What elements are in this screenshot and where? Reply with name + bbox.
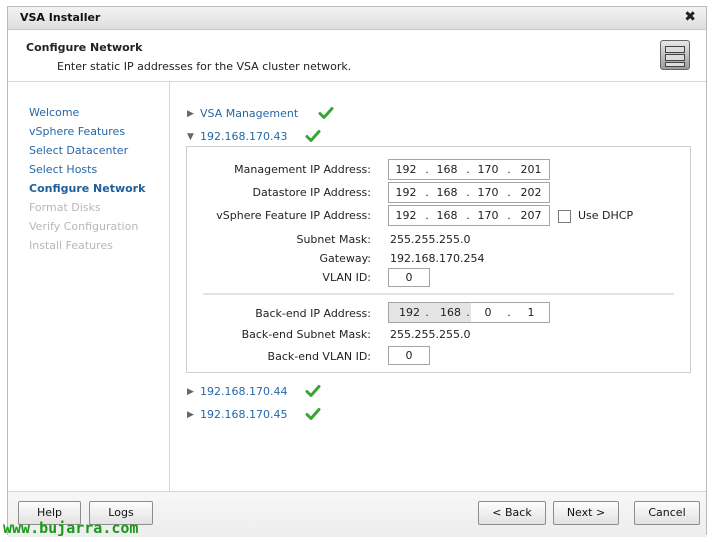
next-button[interactable]: Next > <box>553 501 619 525</box>
checkmark-icon <box>305 128 321 144</box>
collapse-arrow-icon[interactable]: ▼ <box>187 132 194 142</box>
backend-vlan-input[interactable]: 0 <box>388 346 430 365</box>
backend-subnet-value: 255.255.255.0 <box>390 328 471 341</box>
backend-ip-label: Back-end IP Address: <box>255 307 371 320</box>
vlan-id-input[interactable]: 0 <box>388 268 430 287</box>
ip-dot: . <box>425 306 429 319</box>
ip-octet-3[interactable]: 170 <box>473 209 503 222</box>
section-divider <box>203 293 674 295</box>
datastore-ip-label: Datastore IP Address: <box>252 186 371 199</box>
ip-octet-4[interactable]: 207 <box>516 209 546 222</box>
gateway-value: 192.168.170.254 <box>390 252 485 265</box>
ip-octet-4[interactable]: 201 <box>516 163 546 176</box>
use-dhcp-checkbox[interactable] <box>558 210 571 223</box>
nav-step-verify-configuration: Verify Configuration <box>29 220 139 233</box>
ip-dot: . <box>466 186 470 199</box>
network-config-content: ▶ VSA Management ▼ 192.168.170.43 Manage… <box>170 82 707 491</box>
close-icon[interactable]: ✖ <box>684 9 696 25</box>
subnet-mask-label: Subnet Mask: <box>296 233 371 246</box>
ip-dot: . <box>425 163 429 176</box>
datastore-ip-field[interactable]: 192 . 168 . 170 . 202 <box>388 182 550 203</box>
ip-octet-2[interactable]: 168 <box>432 186 462 199</box>
vsphere-feature-ip-field[interactable]: 192 . 168 . 170 . 207 <box>388 205 550 226</box>
use-dhcp-label: Use DHCP <box>578 209 634 222</box>
ip-dot: . <box>425 186 429 199</box>
nav-step-install-features: Install Features <box>29 239 113 252</box>
window-title: VSA Installer <box>20 11 101 24</box>
page-title: Configure Network <box>26 41 143 54</box>
expand-arrow-icon[interactable]: ▶ <box>187 387 194 397</box>
ip-octet-2[interactable]: 168 <box>432 209 462 222</box>
checkmark-icon <box>318 105 334 121</box>
wizard-header: Configure Network Enter static IP addres… <box>8 30 706 82</box>
ip-octet-3[interactable]: 170 <box>473 163 503 176</box>
tree-label-host-45[interactable]: 192.168.170.45 <box>200 408 287 421</box>
ip-octet-1[interactable]: 192 <box>391 186 421 199</box>
nav-step-vsphere-features[interactable]: vSphere Features <box>29 125 125 138</box>
nav-step-welcome[interactable]: Welcome <box>29 106 79 119</box>
ip-octet-4[interactable]: 1 <box>516 306 546 319</box>
mgmt-ip-field[interactable]: 192 . 168 . 170 . 201 <box>388 159 550 180</box>
ip-dot: . <box>507 306 511 319</box>
page-subtitle: Enter static IP addresses for the VSA cl… <box>57 60 352 73</box>
nav-step-select-datacenter[interactable]: Select Datacenter <box>29 144 128 157</box>
wizard-steps-nav: Welcome vSphere Features Select Datacent… <box>8 82 170 491</box>
mgmt-ip-label: Management IP Address: <box>234 163 371 176</box>
expand-arrow-icon[interactable]: ▶ <box>187 410 194 420</box>
installer-window: VSA Installer ✖ Configure Network Enter … <box>7 6 707 537</box>
ip-octet-4[interactable]: 202 <box>516 186 546 199</box>
ip-octet-1[interactable]: 192 <box>391 209 421 222</box>
vsphere-feature-ip-label: vSphere Feature IP Address: <box>216 209 371 222</box>
title-bar: VSA Installer ✖ <box>8 7 706 30</box>
checkmark-icon <box>305 406 321 422</box>
nav-step-configure-network[interactable]: Configure Network <box>29 182 145 195</box>
backend-vlan-label: Back-end VLAN ID: <box>267 350 371 363</box>
ip-dot: . <box>507 186 511 199</box>
ip-dot: . <box>507 163 511 176</box>
ip-octet-2[interactable]: 168 <box>432 163 462 176</box>
nav-step-select-hosts[interactable]: Select Hosts <box>29 163 97 176</box>
server-rack-icon <box>660 40 690 70</box>
tree-label-vsa-management[interactable]: VSA Management <box>200 107 298 120</box>
tree-label-host-44[interactable]: 192.168.170.44 <box>200 385 287 398</box>
cancel-button[interactable]: Cancel <box>634 501 700 525</box>
subnet-mask-value: 255.255.255.0 <box>390 233 471 246</box>
ip-octet-1[interactable]: 192 <box>391 163 421 176</box>
ip-dot: . <box>466 209 470 222</box>
ip-octet-3[interactable]: 170 <box>473 186 503 199</box>
backend-ip-field[interactable]: 192 168 . . 0 . 1 <box>388 302 550 323</box>
ip-dot: . <box>466 163 470 176</box>
ip-octet-3[interactable]: 0 <box>473 306 503 319</box>
ip-dot: . <box>507 209 511 222</box>
ip-dot: . <box>425 209 429 222</box>
backend-subnet-label: Back-end Subnet Mask: <box>241 328 371 341</box>
nav-step-format-disks: Format Disks <box>29 201 101 214</box>
vlan-id-label: VLAN ID: <box>322 271 371 284</box>
back-button[interactable]: < Back <box>478 501 546 525</box>
watermark-text: www.bujarra.com <box>3 519 139 537</box>
checkmark-icon <box>305 383 321 399</box>
tree-label-host-43[interactable]: 192.168.170.43 <box>200 130 287 143</box>
gateway-label: Gateway: <box>319 252 372 265</box>
ip-dot: . <box>466 306 470 319</box>
expand-arrow-icon[interactable]: ▶ <box>187 109 194 119</box>
host-network-panel: Management IP Address: 192 . 168 . 170 .… <box>186 146 691 373</box>
